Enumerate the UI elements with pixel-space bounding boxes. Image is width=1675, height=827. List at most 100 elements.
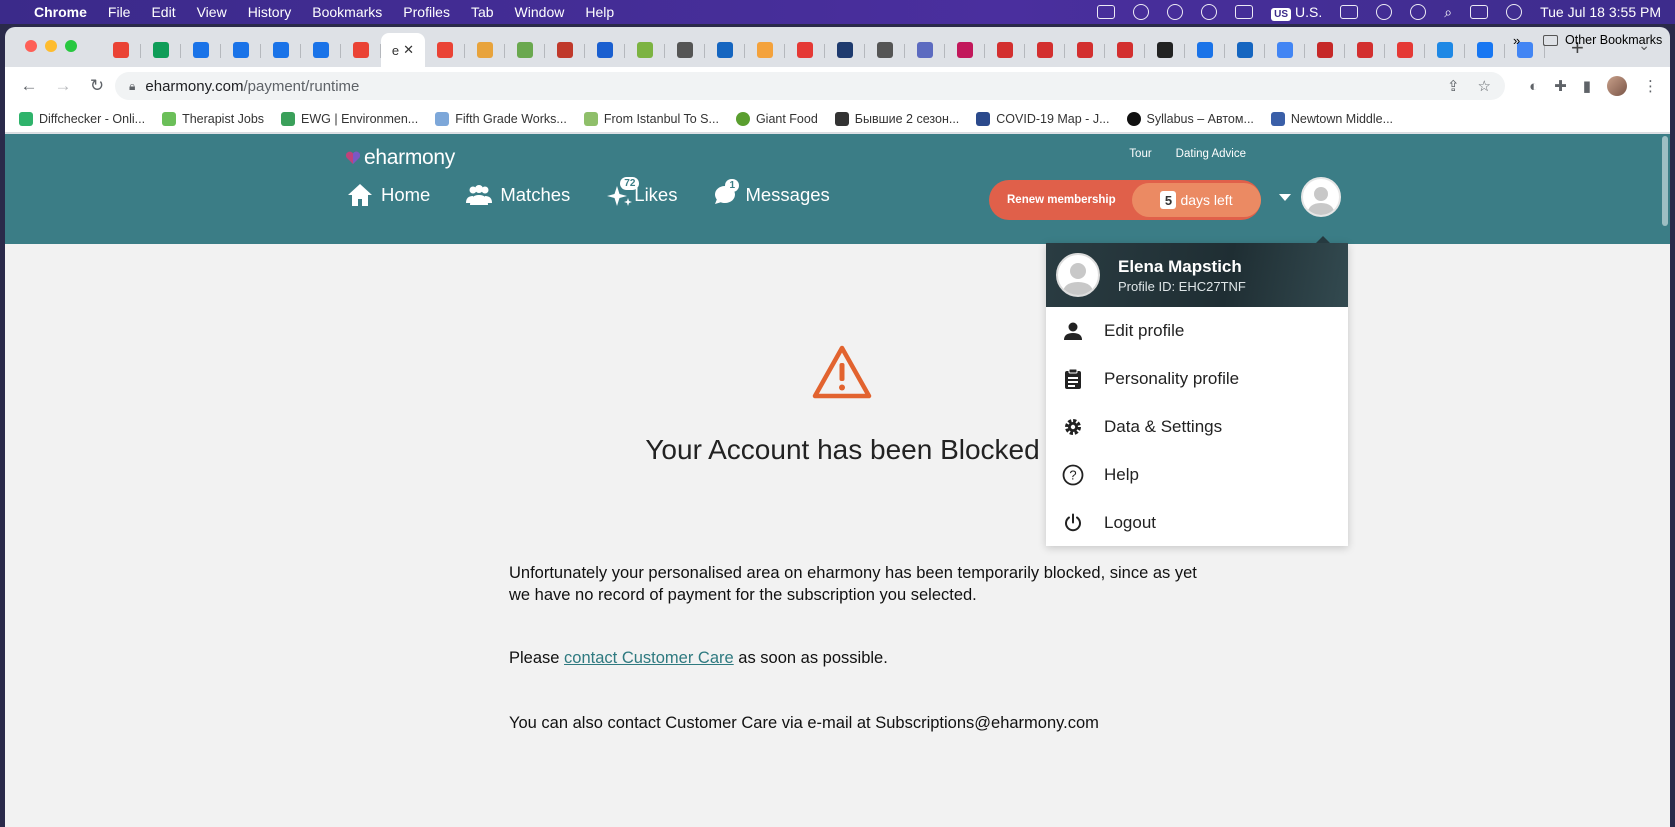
mute-icon[interactable] <box>1235 5 1254 19</box>
browser-tab[interactable] <box>341 36 381 64</box>
menu-tab[interactable]: Tab <box>471 4 494 20</box>
bookmark-item[interactable]: Diffchecker - Onli... <box>19 111 145 126</box>
browser-tab[interactable] <box>1225 36 1265 64</box>
profile-avatar[interactable] <box>1607 76 1627 96</box>
browser-tab[interactable] <box>425 36 465 64</box>
browser-tab[interactable] <box>1505 36 1545 64</box>
forward-button[interactable]: → <box>53 76 73 96</box>
browser-tab[interactable] <box>785 36 825 64</box>
browser-tab[interactable] <box>905 36 945 64</box>
menu-item-personality-profile[interactable]: Personality profile <box>1046 355 1348 403</box>
page-scrollbar[interactable] <box>1662 136 1668 226</box>
browser-tab[interactable] <box>625 36 665 64</box>
user-avatar[interactable] <box>1301 177 1341 217</box>
other-bookmarks[interactable]: Other Bookmarks <box>1543 33 1662 47</box>
keyboard-layout[interactable]: US U.S. <box>1271 4 1322 21</box>
browser-tab[interactable] <box>505 36 545 64</box>
bookmark-item[interactable]: From Istanbul To S... <box>583 111 719 126</box>
share-icon[interactable]: ⇪ <box>1447 77 1460 95</box>
bookmark-item[interactable]: EWG | Environmen... <box>281 111 418 126</box>
browser-tab[interactable] <box>545 36 585 64</box>
extension-circle-icon[interactable]: ◐ <box>1529 78 1538 95</box>
browser-tab[interactable] <box>101 36 141 64</box>
bookmark-item[interactable]: Fifth Grade Works... <box>435 111 567 126</box>
close-window-button[interactable] <box>25 40 37 52</box>
nav-matches[interactable]: Matches <box>466 184 570 206</box>
zoom-window-button[interactable] <box>65 40 77 52</box>
browser-tab[interactable] <box>1025 36 1065 64</box>
browser-tab[interactable] <box>1105 36 1145 64</box>
wifi-icon[interactable] <box>1376 4 1393 20</box>
lock-icon[interactable]: 🔒︎ <box>129 79 135 94</box>
back-button[interactable]: ← <box>19 76 39 96</box>
dating-advice-link[interactable]: Dating Advice <box>1176 148 1246 160</box>
siri-icon[interactable] <box>1506 4 1523 20</box>
side-panel-icon[interactable]: ▮ <box>1583 77 1591 95</box>
reload-button[interactable]: ↻ <box>87 76 107 96</box>
spotlight-icon[interactable]: ⌕ <box>1444 4 1452 21</box>
tab-active[interactable]: e ✕ <box>381 33 425 67</box>
browser-tab[interactable] <box>1265 36 1305 64</box>
browser-tab[interactable] <box>705 36 745 64</box>
play-icon[interactable] <box>1201 4 1218 20</box>
browser-tab[interactable] <box>1145 36 1185 64</box>
close-tab-icon[interactable]: ✕ <box>403 42 414 58</box>
browser-tab[interactable] <box>181 36 221 64</box>
nav-home[interactable]: Home <box>347 183 430 207</box>
menu-app-name[interactable]: Chrome <box>34 4 87 20</box>
menu-file[interactable]: File <box>108 4 131 20</box>
browser-tab[interactable] <box>945 36 985 64</box>
nav-likes[interactable]: 72 Likes <box>606 177 677 208</box>
menu-bookmarks[interactable]: Bookmarks <box>312 4 382 20</box>
menu-edit[interactable]: Edit <box>151 4 175 20</box>
browser-tab[interactable] <box>1345 36 1385 64</box>
browser-tab[interactable] <box>825 36 865 64</box>
browser-tab[interactable] <box>745 36 785 64</box>
menu-view[interactable]: View <box>197 4 227 20</box>
tour-link[interactable]: Tour <box>1129 148 1151 160</box>
browser-tab[interactable] <box>301 36 341 64</box>
extensions-puzzle-icon[interactable]: ✚ <box>1554 77 1567 95</box>
browser-tab[interactable] <box>665 36 705 64</box>
browser-tab[interactable] <box>261 36 301 64</box>
bookmark-item[interactable]: Syllabus – Автом... <box>1126 111 1254 126</box>
menu-profiles[interactable]: Profiles <box>403 4 450 20</box>
bookmark-item[interactable]: Бывшие 2 сезон... <box>834 111 959 126</box>
address-bar[interactable]: 🔒︎ eharmony.com/payment/runtime ⇪ ☆ <box>115 72 1505 100</box>
menu-help[interactable]: Help <box>585 4 614 20</box>
menu-item-edit-profile[interactable]: Edit profile <box>1046 307 1348 355</box>
eharmony-logo[interactable]: eharmony <box>345 146 455 170</box>
user-switch-icon[interactable] <box>1410 4 1427 20</box>
bookmark-star-icon[interactable]: ☆ <box>1478 77 1491 95</box>
menu-window[interactable]: Window <box>515 4 565 20</box>
browser-tab[interactable] <box>585 36 625 64</box>
browser-tab[interactable] <box>985 36 1025 64</box>
browser-tab[interactable] <box>1065 36 1105 64</box>
browser-tab[interactable] <box>221 36 261 64</box>
notification-icon[interactable] <box>1133 4 1150 20</box>
minimize-window-button[interactable] <box>45 40 57 52</box>
bookmark-item[interactable]: COVID-19 Map - J... <box>976 111 1110 126</box>
browser-tab[interactable] <box>1185 36 1225 64</box>
feather-icon[interactable] <box>1167 4 1184 20</box>
bookmark-item[interactable]: Therapist Jobs <box>162 111 264 126</box>
bookmarks-overflow-button[interactable]: » <box>1513 33 1520 48</box>
account-menu-chevron-icon[interactable] <box>1279 194 1291 201</box>
chrome-menu-icon[interactable]: ⋮ <box>1643 77 1658 95</box>
renew-membership-button[interactable]: Renew membership 5 days left <box>989 180 1261 220</box>
menu-item-logout[interactable]: Logout <box>1046 499 1348 547</box>
browser-tab[interactable] <box>1385 36 1425 64</box>
menu-item-data-settings[interactable]: Data & Settings <box>1046 403 1348 451</box>
clock[interactable]: Tue Jul 18 3:55 PM <box>1540 4 1661 20</box>
contact-customer-care-link[interactable]: contact Customer Care <box>564 649 734 667</box>
bookmark-item[interactable]: Newtown Middle... <box>1270 111 1393 126</box>
browser-tab[interactable] <box>1465 36 1505 64</box>
browser-tab[interactable] <box>1425 36 1465 64</box>
browser-tab[interactable] <box>865 36 905 64</box>
control-center-icon[interactable] <box>1470 5 1489 19</box>
nav-messages[interactable]: 1 Messages <box>713 179 830 206</box>
screen-mirror-icon[interactable] <box>1097 5 1116 19</box>
browser-tab[interactable] <box>141 36 181 64</box>
menu-item-help[interactable]: ? Help <box>1046 451 1348 499</box>
menu-history[interactable]: History <box>248 4 292 20</box>
